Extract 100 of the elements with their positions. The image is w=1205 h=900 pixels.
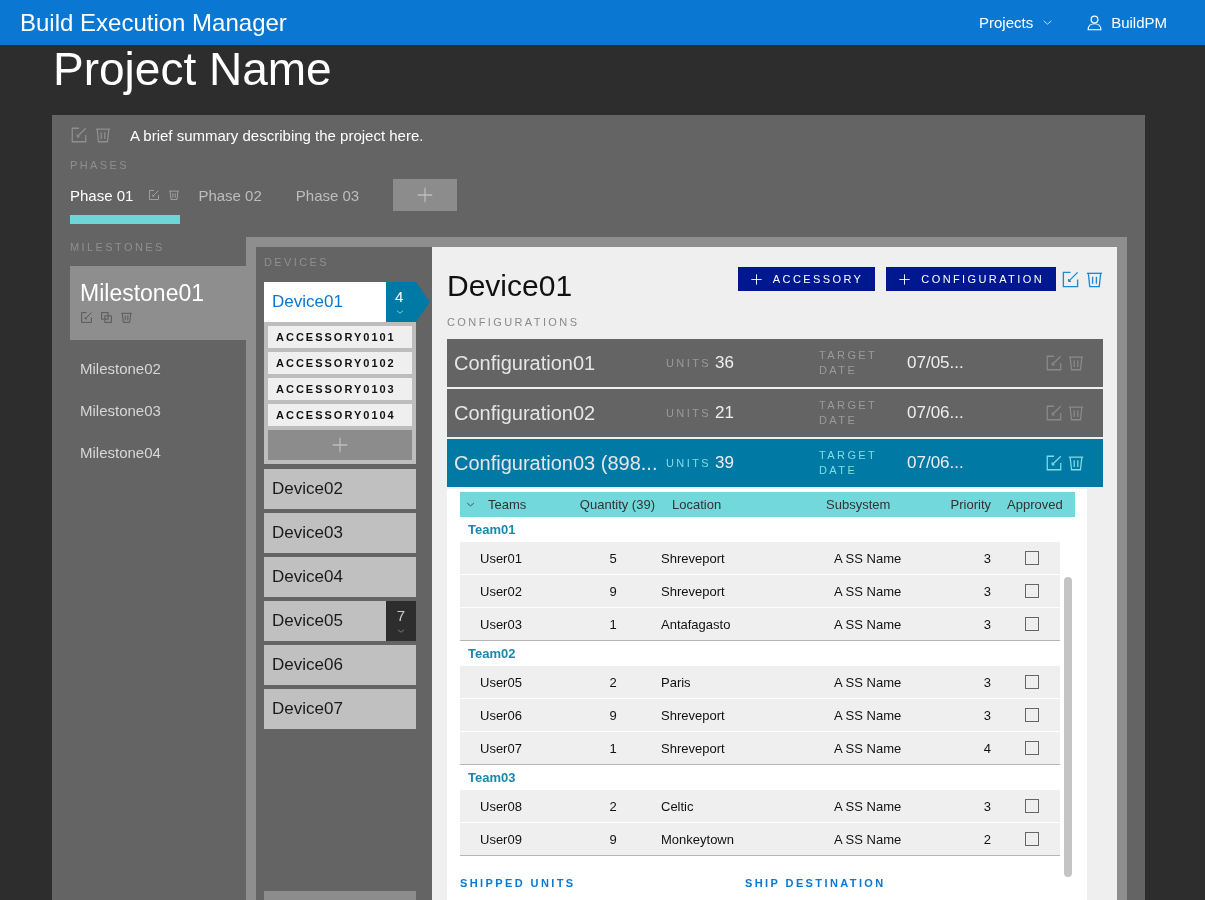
edit-icon[interactable] <box>80 311 93 324</box>
table-cell-text: Shreveport <box>660 550 726 566</box>
accessory-item[interactable]: ACCESSORY0101 <box>268 326 412 348</box>
table-cell-text: 3 <box>982 583 992 599</box>
edit-icon[interactable] <box>70 126 88 144</box>
milestone-item[interactable]: Milestone01 <box>70 266 246 340</box>
accessory-item[interactable]: ACCESSORY0103 <box>268 378 412 400</box>
configuration-name: Configuration01 <box>454 351 597 375</box>
delete-icon[interactable] <box>168 189 181 201</box>
device-name: Device04 <box>272 567 343 587</box>
table-cell-text: 5 <box>608 550 618 566</box>
table-cell-text: A SS Name <box>833 798 903 814</box>
target-date-value: 07/06... <box>907 403 965 423</box>
table-cell-text: Shreveport <box>660 583 726 599</box>
team-name: Team02 <box>468 646 516 661</box>
units-value: 21 <box>715 403 735 423</box>
add-button[interactable]: CONFIGURATION <box>886 267 1056 291</box>
column-header: Approved <box>1006 497 1064 512</box>
table-cell-text: 9 <box>608 707 618 723</box>
table-cell-text: 3 <box>982 798 992 814</box>
table-cell-text: User06 <box>480 707 523 723</box>
edit-icon[interactable] <box>1045 354 1063 372</box>
table-cell-text: 3 <box>982 674 992 690</box>
table-cell-text: 3 <box>982 550 992 566</box>
user-menu[interactable]: BuildPM <box>1086 14 1167 31</box>
add-button[interactable]: ACCESSORY <box>737 267 876 291</box>
expand-button[interactable]: 4 <box>386 282 430 322</box>
configuration-name: Configuration02 <box>454 401 597 425</box>
projects-menu[interactable]: Projects <box>978 14 1055 31</box>
table-cell-text: 2 <box>982 831 992 847</box>
edit-icon[interactable] <box>1045 404 1063 422</box>
project-title: Project Name <box>53 43 332 95</box>
copy-icon[interactable] <box>100 311 113 324</box>
table-cell-text: A SS Name <box>833 740 903 756</box>
plus-icon <box>749 272 763 286</box>
approved-checkbox[interactable] <box>1025 584 1039 598</box>
milestone-item[interactable]: Milestone03 <box>70 390 246 432</box>
approved-checkbox[interactable] <box>1025 799 1039 813</box>
column-header: Priority <box>950 497 991 512</box>
delete-icon[interactable] <box>120 311 133 324</box>
table-cell-text: 3 <box>982 616 992 632</box>
device-item[interactable]: Device06 <box>264 645 416 685</box>
table-cell-text: 2 <box>608 798 618 814</box>
device-item[interactable]: Device01 4 <box>264 282 430 322</box>
milestone-item[interactable]: Milestone04 <box>70 432 246 474</box>
device-title: Device01 <box>447 269 573 303</box>
device-item[interactable]: Device03 <box>264 513 416 553</box>
device-name: Device05 <box>272 611 343 631</box>
device-item[interactable]: Device05 7 <box>264 601 416 641</box>
delete-icon[interactable] <box>1067 454 1085 472</box>
accessory-item[interactable]: ACCESSORY0104 <box>268 404 412 426</box>
phase-tab[interactable]: Phase 03 <box>295 179 360 215</box>
table-cell-text: A SS Name <box>833 583 903 599</box>
device-name: Device02 <box>272 479 343 499</box>
app-title: Build Execution Manager <box>20 8 287 37</box>
table-cell-text: 1 <box>608 616 618 632</box>
table-cell-text: Celtic <box>660 798 695 814</box>
team-name: Team03 <box>468 770 516 785</box>
device-name: Device07 <box>272 699 343 719</box>
delete-icon[interactable] <box>1067 354 1085 372</box>
approved-checkbox[interactable] <box>1025 708 1039 722</box>
device-item[interactable]: Device02 <box>264 469 416 509</box>
configuration-name: Configuration03 (898... <box>454 451 659 475</box>
table-cell-text: User01 <box>480 550 523 566</box>
units-label: UNITS <box>666 457 712 469</box>
table-cell-text: User03 <box>480 616 523 632</box>
table-cell-text: Shreveport <box>660 707 726 723</box>
approved-checkbox[interactable] <box>1025 617 1039 631</box>
table-cell-text: 4 <box>982 740 992 756</box>
plus-icon <box>898 272 912 286</box>
table-cell-text: User09 <box>480 831 523 847</box>
table-cell-text: A SS Name <box>833 616 903 632</box>
table-cell-text: User05 <box>480 674 523 690</box>
configuration-row[interactable]: Configuration03 (898... UNITS 39 TARGET DATE 07/06... <box>447 439 1103 487</box>
edit-icon[interactable] <box>1061 269 1080 289</box>
accessory-item[interactable]: ACCESSORY0102 <box>268 352 412 374</box>
table-cell-text: User02 <box>480 583 523 599</box>
delete-icon[interactable] <box>1067 404 1085 422</box>
phase-tab[interactable]: Phase 02 <box>198 179 262 215</box>
target-date-value: 07/05... <box>907 353 965 373</box>
add-phase-button[interactable] <box>393 179 458 211</box>
table-cell-text: Paris <box>660 674 692 690</box>
target-date-label: TARGET DATE <box>819 448 878 478</box>
approved-checkbox[interactable] <box>1025 741 1039 755</box>
target-date-value: 07/06... <box>907 453 965 473</box>
approved-checkbox[interactable] <box>1025 551 1039 565</box>
units-value: 39 <box>715 453 735 473</box>
scrollbar-thumb[interactable] <box>1063 577 1072 877</box>
device-item[interactable]: Device04 <box>264 557 416 597</box>
milestone-item[interactable]: Milestone02 <box>70 348 246 390</box>
table-cell-text: 1 <box>608 740 618 756</box>
approved-checkbox[interactable] <box>1025 832 1039 846</box>
table-cell-text: User07 <box>480 740 523 756</box>
approved-checkbox[interactable] <box>1025 675 1039 689</box>
delete-icon[interactable] <box>94 126 112 144</box>
device-item[interactable]: Device07 <box>264 689 416 729</box>
expand-button[interactable]: 7 <box>386 601 416 641</box>
phase-tab[interactable]: Phase 01 <box>70 179 181 224</box>
table-cell-text: User08 <box>480 798 523 814</box>
edit-icon[interactable] <box>148 189 161 201</box>
